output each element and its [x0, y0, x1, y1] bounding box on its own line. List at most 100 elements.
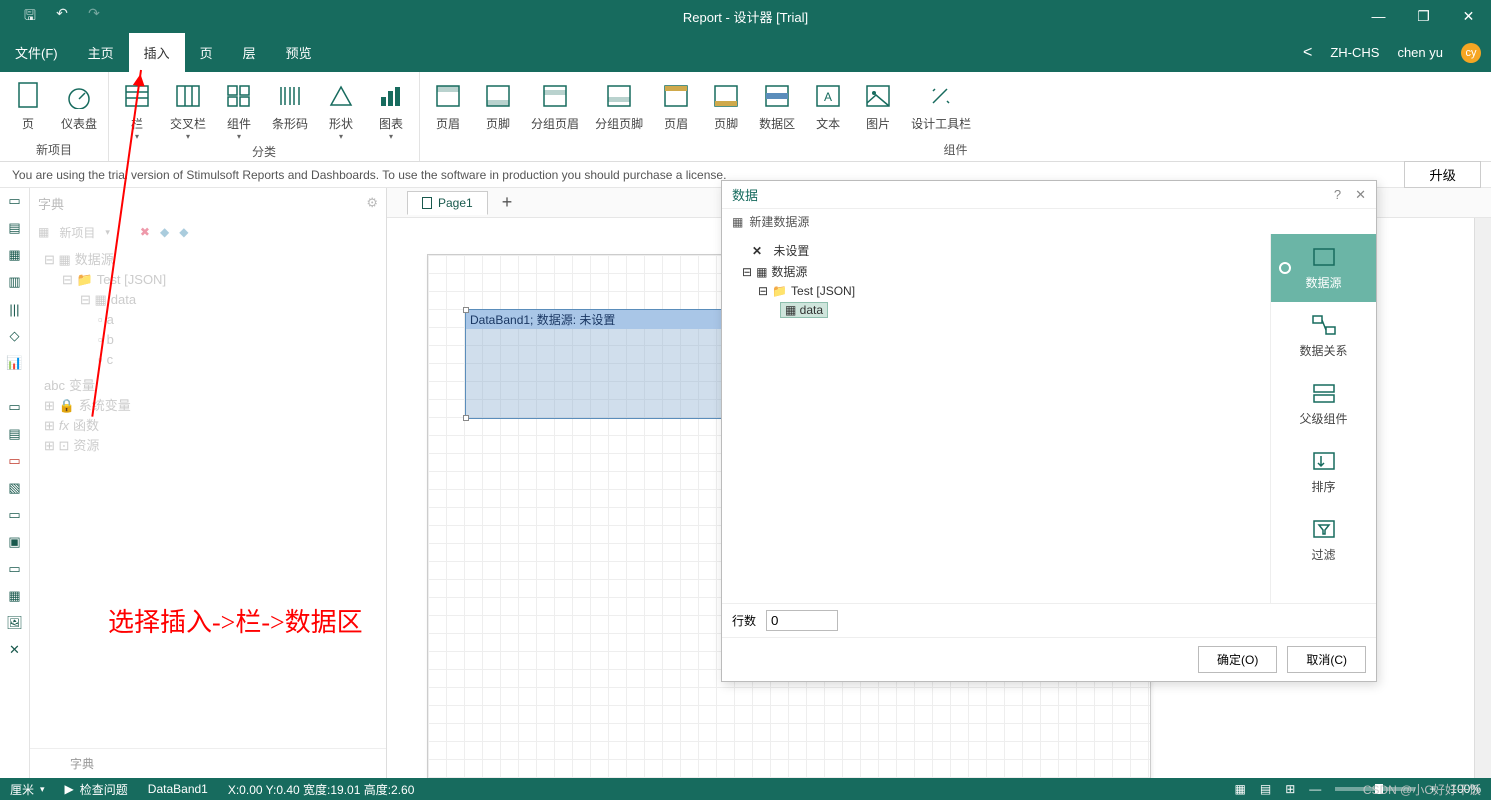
rows-input[interactable]: [766, 610, 838, 631]
selected-element: DataBand1: [148, 782, 208, 796]
strip-icon[interactable]: ▧: [5, 479, 25, 497]
dialog-help-icon[interactable]: ?: [1334, 187, 1341, 203]
pageheader-icon: [433, 81, 463, 111]
strip-icon[interactable]: ▭: [5, 452, 25, 470]
maximize-button[interactable]: ❐: [1401, 8, 1446, 25]
language-selector[interactable]: ZH-CHS: [1330, 45, 1379, 60]
strip-icon[interactable]: ▭: [5, 560, 25, 578]
watermark-label: CSDN @小C好好干饭: [1363, 781, 1481, 798]
undo-icon[interactable]: ↶: [52, 5, 72, 29]
strip-icon[interactable]: ▤: [5, 219, 25, 237]
strip-icon[interactable]: ▤: [5, 425, 25, 443]
status-icon[interactable]: ▤: [1260, 782, 1271, 796]
dict-up-icon[interactable]: ◆: [160, 225, 169, 239]
new-datasource-icon[interactable]: ▦: [732, 215, 743, 229]
sidetab-sort[interactable]: 排序: [1271, 438, 1376, 506]
page-icon: [13, 81, 43, 111]
svg-text:A: A: [824, 90, 832, 104]
selected-data-node[interactable]: ▦ data: [780, 302, 828, 318]
ribbon-component[interactable]: 组件▾: [214, 75, 264, 141]
gear-icon[interactable]: ⚙: [366, 195, 378, 211]
colfooter-icon: [711, 81, 741, 111]
data-band[interactable]: DataBand1; 数据源: 未设置: [465, 309, 750, 419]
ribbon-dashboard[interactable]: 仪表盘: [53, 75, 105, 139]
ribbon-designtools[interactable]: 设计工具栏: [903, 75, 979, 139]
ribbon-colfooter[interactable]: 页脚: [701, 75, 751, 139]
dict-new-item[interactable]: 新项目: [59, 224, 95, 241]
ribbon-image[interactable]: 图片: [853, 75, 903, 139]
unit-selector[interactable]: 厘米 ▾: [10, 781, 45, 798]
close-button[interactable]: ✕: [1446, 8, 1491, 25]
strip-icon[interactable]: ✕: [5, 641, 25, 659]
strip-icon[interactable]: ▦: [5, 587, 25, 605]
crossband-icon: [173, 81, 203, 111]
strip-icon[interactable]: ▭: [5, 398, 25, 416]
ribbon-shape[interactable]: 形状▾: [316, 75, 366, 141]
sidetab-parent[interactable]: 父级组件: [1271, 370, 1376, 438]
strip-icon[interactable]: 🖼: [5, 614, 25, 632]
menu-page[interactable]: 页: [185, 33, 228, 72]
ribbon-groupheader[interactable]: 分组页眉: [523, 75, 587, 139]
check-issues[interactable]: ▶ 检查问题: [65, 781, 128, 798]
window-title: Report - 设计器 [Trial]: [683, 7, 808, 26]
dict-add-icon[interactable]: ▦: [38, 225, 49, 239]
ribbon-crossband[interactable]: 交叉栏▾: [162, 75, 214, 141]
strip-icon[interactable]: ▦: [5, 246, 25, 264]
ribbon-colheader[interactable]: 页眉: [651, 75, 701, 139]
redo-icon[interactable]: ↷: [84, 5, 104, 29]
zoom-out-button[interactable]: —: [1309, 782, 1321, 796]
dialog-close-icon[interactable]: ✕: [1355, 187, 1366, 203]
save-icon[interactable]: 🖫: [20, 5, 40, 29]
barcode-icon: [275, 81, 305, 111]
strip-icon[interactable]: ▭: [5, 192, 25, 210]
ribbon-text[interactable]: A文本: [803, 75, 853, 139]
menu-home[interactable]: 主页: [73, 33, 129, 72]
dict-tree[interactable]: ⊟ ▦ 数据源 ⊟ 📁 Test [JSON] ⊟ ▦ data ▫ a ▫ b…: [30, 246, 386, 748]
ribbon-page[interactable]: 页: [3, 75, 53, 139]
dict-bottom-tab[interactable]: 字典: [30, 748, 386, 778]
data-band-caption: DataBand1; 数据源: 未设置: [466, 310, 749, 329]
ribbon-databand[interactable]: 数据区: [751, 75, 803, 139]
sidetab-relation[interactable]: 数据关系: [1271, 302, 1376, 370]
new-datasource-button[interactable]: 新建数据源: [749, 213, 809, 230]
menu-insert[interactable]: 插入: [129, 33, 185, 72]
text-icon: A: [813, 81, 843, 111]
strip-icon[interactable]: ◇: [5, 327, 25, 345]
tools-icon: [926, 81, 956, 111]
strip-icon[interactable]: |||: [5, 300, 25, 318]
ribbon-barcode[interactable]: 条形码: [264, 75, 316, 141]
upgrade-button[interactable]: 升级: [1404, 161, 1481, 188]
sidetab-datasource[interactable]: 数据源: [1271, 234, 1376, 302]
dict-delete-icon[interactable]: ✖: [140, 225, 150, 239]
dict-down-icon[interactable]: ◆: [179, 225, 188, 239]
colheader-icon: [661, 81, 691, 111]
dialog-title: 数据: [732, 185, 758, 204]
ribbon-pagefooter[interactable]: 页脚: [473, 75, 523, 139]
page-tab[interactable]: Page1: [407, 191, 488, 215]
ribbon-chart[interactable]: 图表▾: [366, 75, 416, 141]
sidetab-filter[interactable]: 过滤: [1271, 506, 1376, 574]
status-icon[interactable]: ▦: [1235, 782, 1246, 796]
ribbon-group-newitem: 页 仪表盘 新项目: [0, 72, 109, 161]
strip-icon[interactable]: ▣: [5, 533, 25, 551]
avatar[interactable]: cy: [1461, 43, 1481, 63]
ok-button[interactable]: 确定(O): [1198, 646, 1277, 673]
dashboard-icon: [64, 81, 94, 111]
share-icon[interactable]: <: [1303, 44, 1312, 62]
ribbon-pageheader[interactable]: 页眉: [423, 75, 473, 139]
add-page-button[interactable]: +: [494, 192, 521, 213]
menu-preview[interactable]: 预览: [271, 33, 327, 72]
menu-layer[interactable]: 层: [228, 33, 271, 72]
status-icon[interactable]: ⊞: [1285, 782, 1295, 796]
strip-icon[interactable]: ▥: [5, 273, 25, 291]
dialog-tree[interactable]: ✕ 未设置 ⊟ ▦ 数据源 ⊟ 📁 Test [JSON] ▦ data: [722, 234, 1270, 603]
dialog-side-tabs: 数据源 数据关系 父级组件 排序 过滤: [1270, 234, 1376, 603]
strip-icon[interactable]: ▭: [5, 506, 25, 524]
left-tool-strip: ▭ ▤ ▦ ▥ ||| ◇ 📊 ▭ ▤ ▭ ▧ ▭ ▣ ▭ ▦ 🖼 ✕: [0, 188, 30, 778]
menu-file[interactable]: 文件(F): [0, 33, 73, 72]
minimize-button[interactable]: —: [1356, 8, 1401, 25]
cancel-button[interactable]: 取消(C): [1287, 646, 1366, 673]
strip-icon[interactable]: 📊: [5, 354, 25, 372]
ribbon-groupfooter[interactable]: 分组页脚: [587, 75, 651, 139]
ribbon: 页 仪表盘 新项目 栏▾ 交叉栏▾ 组件▾: [0, 72, 1491, 162]
